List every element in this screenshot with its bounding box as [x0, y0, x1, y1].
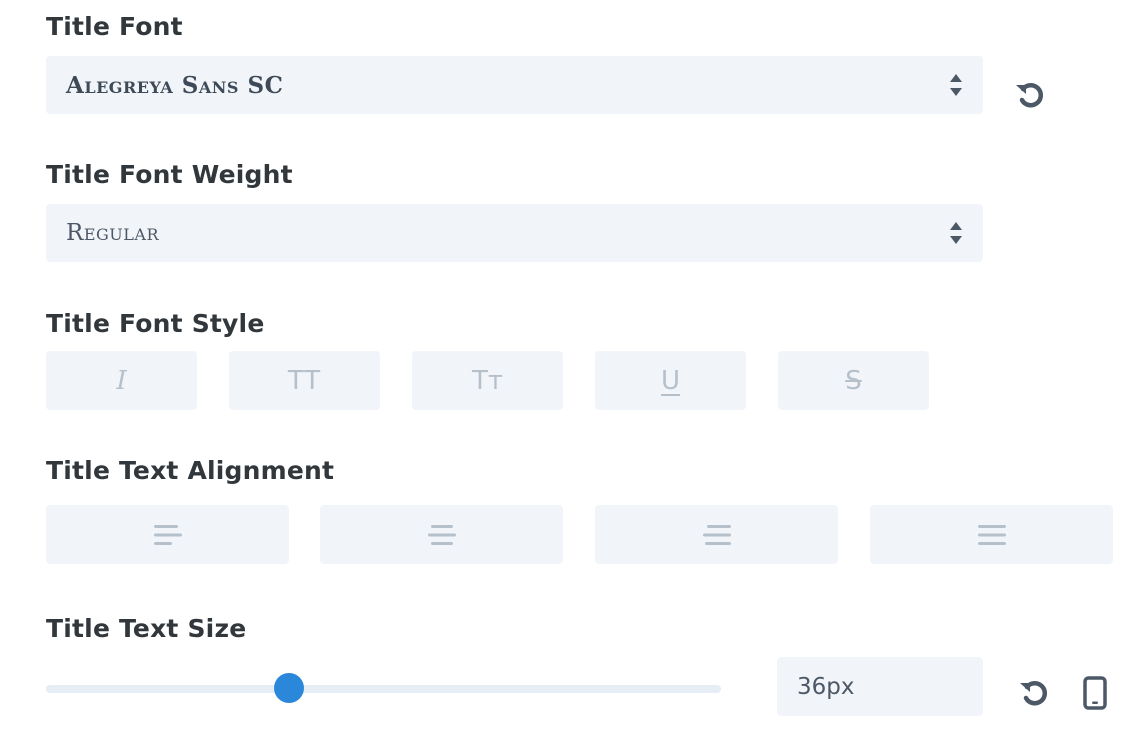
uppercase-button[interactable]: TT — [229, 351, 380, 410]
title-font-weight-select[interactable]: Regular — [46, 204, 983, 262]
reset-icon[interactable] — [1017, 675, 1053, 711]
underline-icon: U — [660, 365, 681, 396]
align-justify-icon — [977, 524, 1006, 545]
chevron-up-down-icon — [950, 222, 962, 244]
text-size-slider-fill — [46, 685, 289, 693]
title-font-select[interactable]: Alegreya Sans SC — [46, 56, 983, 114]
text-size-slider-track[interactable] — [46, 685, 721, 693]
strikethrough-icon: S — [845, 365, 862, 396]
title-font-value: Alegreya Sans SC — [66, 71, 284, 99]
align-right-button[interactable] — [595, 505, 838, 564]
align-center-icon — [427, 524, 456, 545]
title-font-label: Title Font — [46, 12, 183, 41]
reset-icon[interactable] — [1013, 77, 1049, 113]
title-text-size-label: Title Text Size — [46, 614, 247, 643]
chevron-up-down-icon — [950, 74, 962, 96]
title-font-weight-value: Regular — [66, 220, 159, 246]
small-caps-button[interactable]: Tᴛ — [412, 351, 563, 410]
align-justify-button[interactable] — [870, 505, 1113, 564]
uppercase-icon: TT — [287, 365, 322, 396]
phone-icon[interactable] — [1082, 676, 1108, 710]
align-center-button[interactable] — [320, 505, 563, 564]
title-text-alignment-label: Title Text Alignment — [46, 456, 335, 485]
underline-button[interactable]: U — [595, 351, 746, 410]
small-caps-icon: Tᴛ — [471, 365, 504, 396]
align-right-icon — [702, 524, 731, 545]
strikethrough-button[interactable]: S — [778, 351, 929, 410]
align-left-button[interactable] — [46, 505, 289, 564]
italic-button[interactable]: I — [46, 351, 197, 410]
title-font-style-label: Title Font Style — [46, 309, 265, 338]
text-size-slider-thumb[interactable] — [274, 673, 304, 703]
text-size-input[interactable] — [777, 657, 983, 716]
align-left-icon — [153, 524, 182, 545]
title-font-weight-label: Title Font Weight — [46, 160, 293, 189]
italic-icon: I — [116, 365, 127, 396]
